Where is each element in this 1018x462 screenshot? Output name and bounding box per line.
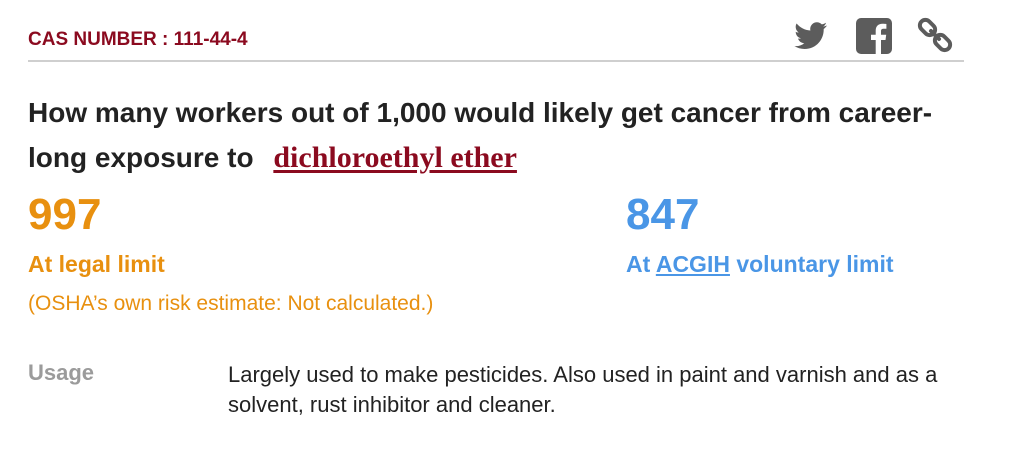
legal-limit-value: 997 (28, 190, 102, 239)
usage-label: Usage (28, 360, 95, 385)
osha-estimate-note: (OSHA’s own risk estimate: Not calculate… (28, 292, 434, 315)
voluntary-prefix: At (626, 251, 651, 277)
chemical-link[interactable]: dichloroethyl ether (273, 141, 517, 174)
legal-limit-label: At legal limit (28, 251, 165, 277)
voluntary-suffix: voluntary limit (736, 251, 894, 277)
usage-description: Largely used to make pesticides. Also us… (228, 362, 938, 417)
twitter-icon[interactable] (790, 16, 830, 61)
cancer-risk-question: How many workers out of 1,000 would like… (28, 90, 978, 180)
link-icon[interactable] (916, 16, 956, 61)
voluntary-limit-label: At ACGIH voluntary limit (626, 250, 894, 278)
cas-number: CAS NUMBER : 111-44-4 (28, 29, 248, 50)
page-header: CAS NUMBER : 111-44-4 (28, 12, 964, 62)
voluntary-limit-value: 847 (626, 190, 700, 239)
facebook-icon[interactable] (854, 16, 894, 61)
acgih-link[interactable]: ACGIH (656, 251, 730, 277)
